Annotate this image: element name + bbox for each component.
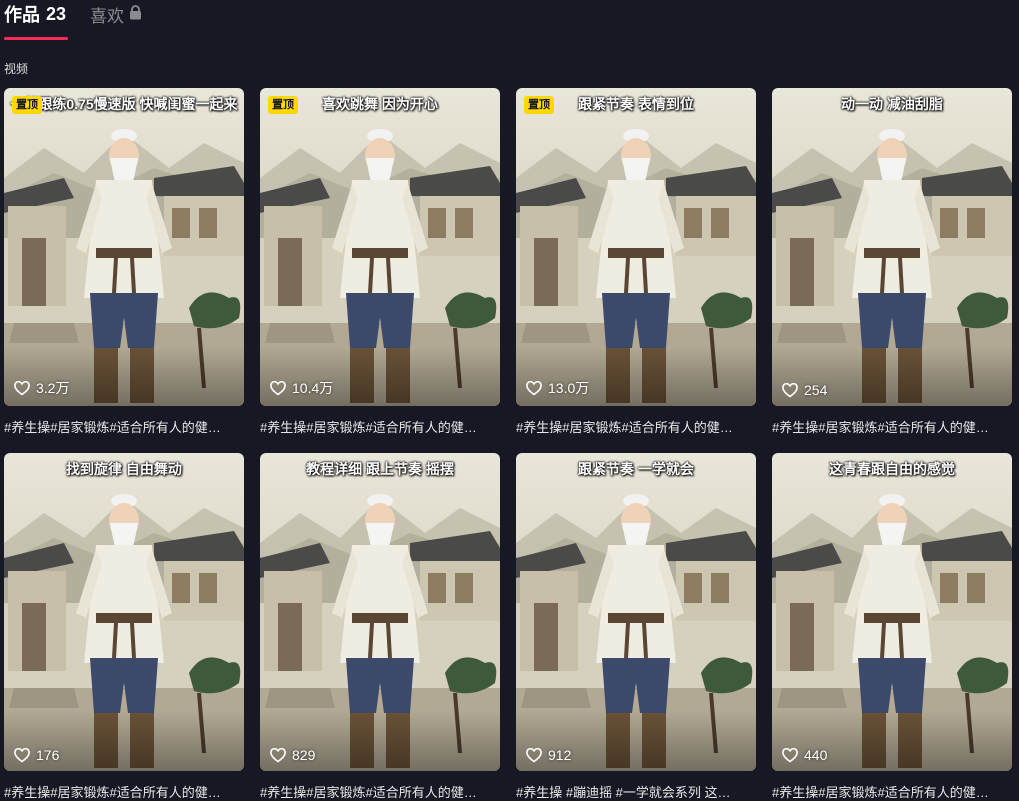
- video-caption[interactable]: #养生操#居家锻炼#适合所有人的健…: [260, 782, 500, 801]
- like-count-value: 10.4万: [292, 380, 334, 396]
- heart-icon: [782, 382, 798, 397]
- like-count: 440: [782, 747, 827, 763]
- like-count-value: 829: [292, 747, 316, 763]
- like-count-value: 176: [36, 747, 60, 763]
- like-count-value: 254: [804, 382, 828, 398]
- video-overlay-text: 跟紧节奏 一学就会: [578, 461, 694, 477]
- section-label: 视频: [4, 62, 29, 76]
- pinned-badge: 置顶: [12, 96, 42, 114]
- heart-icon: [14, 747, 30, 762]
- tab-works[interactable]: 作品 23: [4, 0, 66, 28]
- video-overlay-text: 找到旋律 自由舞动: [66, 461, 182, 477]
- video-cover[interactable]: 一起跟练0.75慢速版 快喊闺蜜一起来 置顶 3.2万: [4, 88, 244, 406]
- profile-tabs: 作品 23 喜欢: [4, 0, 142, 40]
- like-count-value: 13.0万: [548, 380, 590, 396]
- video-cover[interactable]: 教程详细 跟上节奏 摇摆 829: [260, 453, 500, 771]
- video-cover[interactable]: 跟紧节奏 表情到位 置顶 13.0万: [516, 88, 756, 406]
- like-count: 3.2万: [14, 378, 69, 398]
- heart-icon: [14, 380, 30, 395]
- active-tab-indicator: [4, 37, 68, 40]
- heart-icon: [526, 747, 542, 762]
- tab-works-count: 23: [46, 3, 67, 24]
- video-cover[interactable]: 找到旋律 自由舞动 176: [4, 453, 244, 771]
- video-caption[interactable]: #养生操#居家锻炼#适合所有人的健…: [260, 417, 500, 436]
- video-cover[interactable]: 这青春跟自由的感觉 440: [772, 453, 1012, 771]
- video-caption[interactable]: #养生操#居家锻炼#适合所有人的健…: [516, 417, 756, 436]
- heart-icon: [782, 747, 798, 762]
- like-count-value: 440: [804, 747, 828, 763]
- video-overlay-text: 教程详细 跟上节奏 摇摆: [306, 461, 454, 477]
- video-cover[interactable]: 动一动 减油刮脂 254: [772, 88, 1012, 406]
- video-caption[interactable]: #养生操#居家锻炼#适合所有人的健…: [772, 782, 1012, 801]
- like-count: 829: [270, 747, 315, 763]
- video-overlay-text: 动一动 减油刮脂: [841, 96, 943, 112]
- heart-icon: [526, 380, 542, 395]
- tab-likes-label: 喜欢: [90, 6, 125, 26]
- like-count: 10.4万: [270, 378, 333, 398]
- video-caption[interactable]: #养生操#居家锻炼#适合所有人的健…: [4, 417, 244, 436]
- like-count: 912: [526, 747, 571, 763]
- video-caption[interactable]: #养生操 #蹦迪摇 #一学就会系列 这…: [516, 782, 756, 801]
- like-count: 176: [14, 747, 59, 763]
- video-cover[interactable]: 跟紧节奏 一学就会 912: [516, 453, 756, 771]
- heart-icon: [270, 380, 286, 395]
- like-count: 254: [782, 382, 827, 398]
- video-caption[interactable]: #养生操#居家锻炼#适合所有人的健…: [4, 782, 244, 801]
- video-caption[interactable]: #养生操#居家锻炼#适合所有人的健…: [772, 417, 1012, 436]
- pinned-badge: 置顶: [524, 96, 554, 114]
- video-cover[interactable]: 喜欢跳舞 因为开心 置顶 10.4万: [260, 88, 500, 406]
- pinned-badge: 置顶: [268, 96, 298, 114]
- like-count-value: 3.2万: [36, 380, 70, 396]
- heart-icon: [270, 747, 286, 762]
- lock-icon: [129, 4, 142, 25]
- tab-works-label: 作品: [4, 5, 40, 25]
- like-count: 13.0万: [526, 378, 589, 398]
- like-count-value: 912: [548, 747, 572, 763]
- tab-likes[interactable]: 喜欢: [90, 0, 142, 28]
- video-overlay-text: 这青春跟自由的感觉: [829, 461, 955, 477]
